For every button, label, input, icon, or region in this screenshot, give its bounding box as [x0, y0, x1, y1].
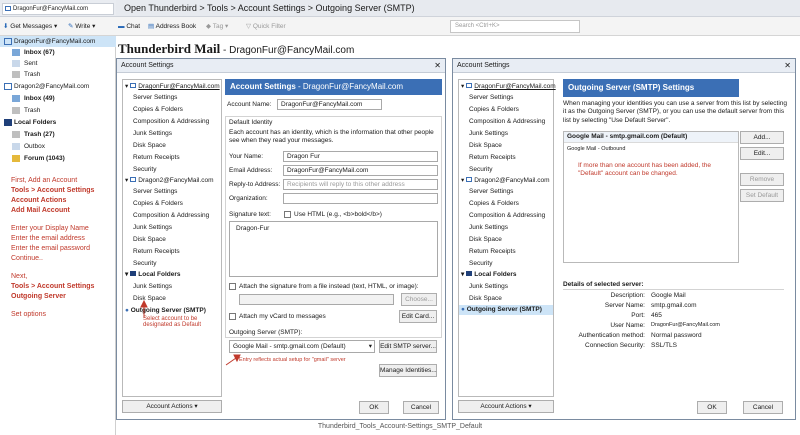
arrow-select-account [140, 299, 148, 318]
annotation-arrows [140, 299, 241, 366]
image-caption: Thunderbird_Tools_Account-Settings_SMTP_… [317, 423, 483, 430]
arrow-entry-note [225, 354, 241, 366]
